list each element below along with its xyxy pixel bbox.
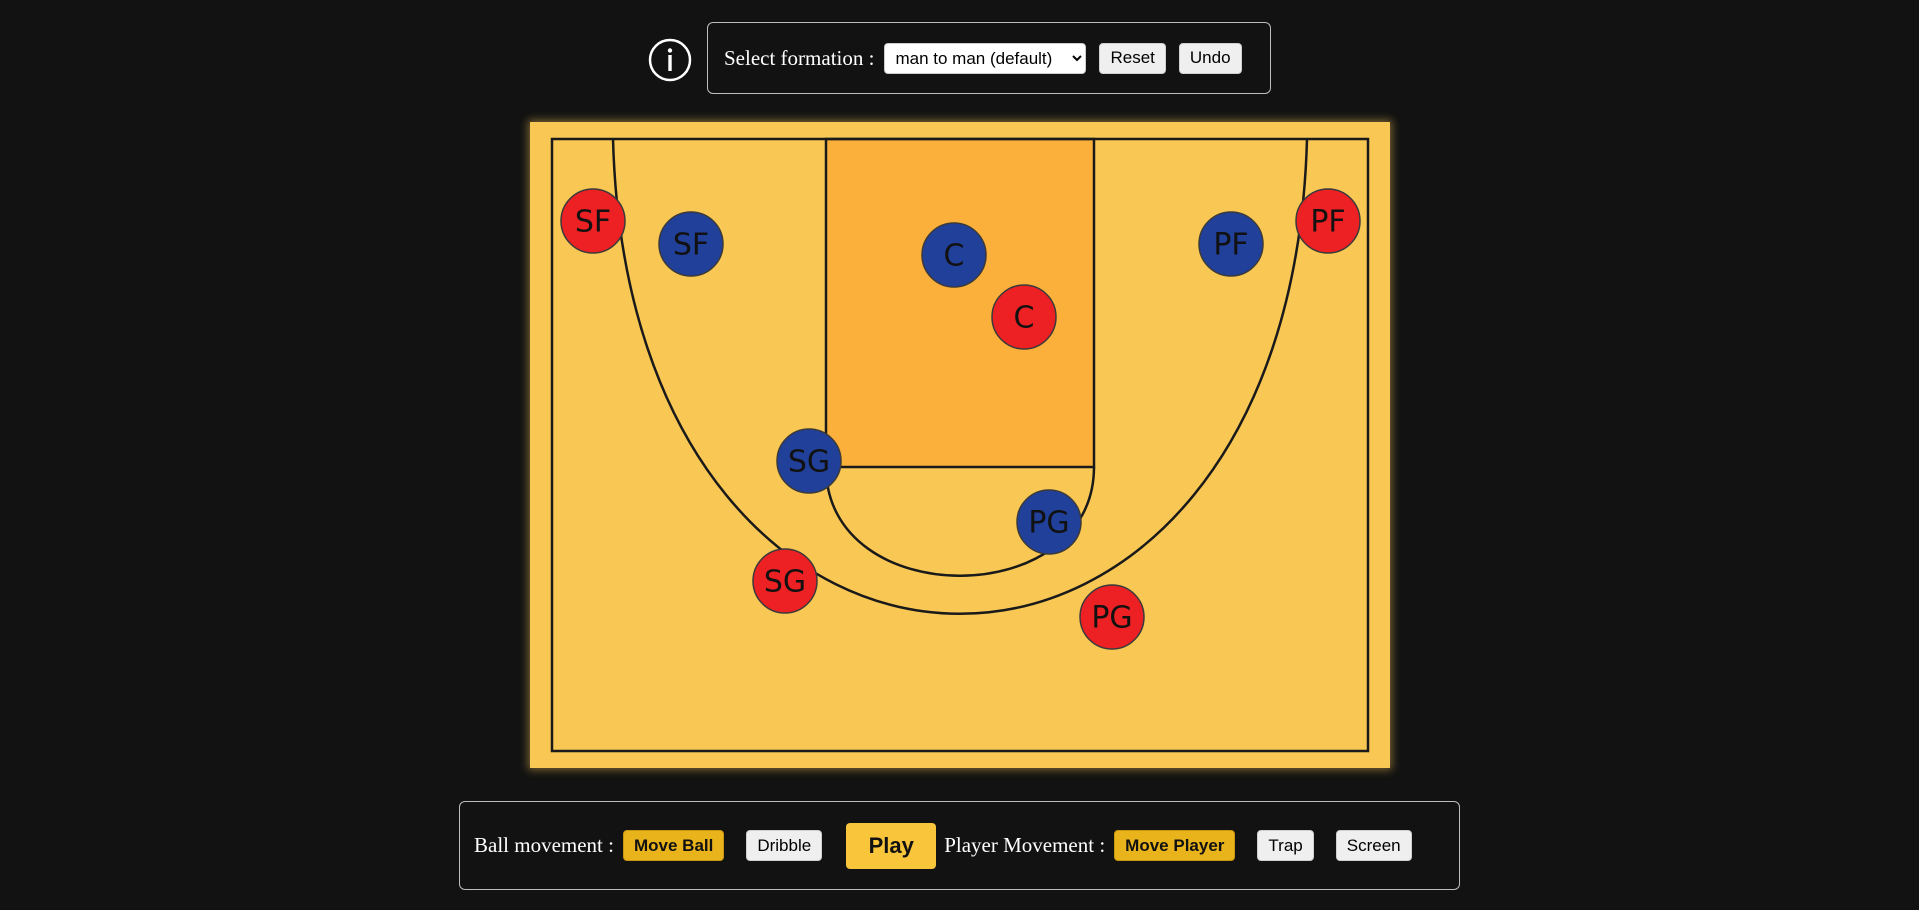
dribble-button[interactable]: Dribble [746,830,823,861]
move-player-button[interactable]: Move Player [1114,830,1236,861]
select-formation-label: Select formation : [724,45,875,70]
player-token-red-sf[interactable]: SF [560,188,626,254]
player-token-blue-sg[interactable]: SG [776,428,842,494]
move-ball-button[interactable]: Move Ball [622,830,725,861]
movement-controls: Ball movement : Move Ball Dribble Play P… [459,801,1460,890]
formation-bar: Select formation : man to man (default) … [707,22,1271,94]
player-token-blue-pg[interactable]: PG [1016,489,1082,555]
formation-select[interactable]: man to man (default) [884,42,1087,74]
player-label: SF [673,228,709,263]
player-token-red-pf[interactable]: PF [1295,188,1361,254]
player-token-blue-c[interactable]: C [921,222,987,288]
basketball-court: SF SF C C PF PF SG PG SG PG [530,122,1390,768]
player-token-red-pg[interactable]: PG [1079,584,1145,650]
screen-button[interactable]: Screen [1335,830,1412,861]
player-label: PG [1028,506,1069,541]
player-token-red-sg[interactable]: SG [752,548,818,614]
paint-area [824,137,1096,469]
player-token-blue-sf[interactable]: SF [658,211,724,277]
player-label: SF [575,205,611,240]
player-label: PF [1213,228,1248,263]
player-token-red-c[interactable]: C [991,284,1057,350]
player-token-blue-pf[interactable]: PF [1198,211,1264,277]
court-canvas: SF SF C C PF PF SG PG SG PG [530,122,1390,768]
player-label: PF [1310,205,1345,240]
player-label: SG [764,565,806,600]
player-movement-label: Player Movement : [944,833,1106,857]
player-label: PG [1091,601,1132,636]
play-button[interactable]: Play [846,822,937,869]
undo-button[interactable]: Undo [1178,42,1242,74]
info-icon[interactable] [648,38,692,82]
reset-button[interactable]: Reset [1099,42,1166,74]
player-label: SG [788,445,830,480]
player-label: C [944,239,965,274]
ball-movement-label: Ball movement : [474,833,614,857]
player-label: C [1014,301,1035,336]
trap-button[interactable]: Trap [1257,830,1314,861]
